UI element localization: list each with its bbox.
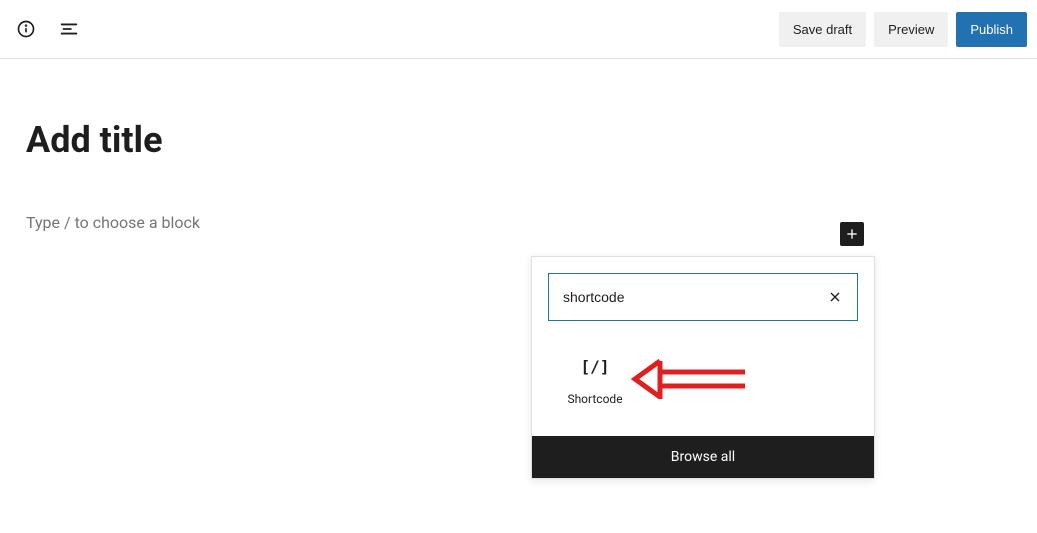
editor-header: Save draft Preview Publish — [0, 0, 1037, 59]
clear-search-button[interactable] — [823, 285, 847, 309]
header-right: Save draft Preview Publish — [779, 12, 1027, 47]
annotation-arrow-icon — [630, 359, 750, 399]
shortcode-icon: [/] — [581, 357, 610, 376]
paragraph-block-placeholder[interactable]: Type / to choose a block — [26, 213, 200, 232]
post-title-input[interactable]: Add title — [26, 119, 1037, 161]
editor-canvas: Add title Type / to choose a block — [0, 59, 1037, 232]
info-icon[interactable] — [12, 15, 40, 43]
document-outline-icon[interactable] — [54, 14, 84, 44]
plus-icon — [844, 226, 860, 242]
add-block-button[interactable] — [840, 222, 864, 246]
block-inserter-popover: [/] Shortcode Browse all — [531, 256, 875, 479]
browse-all-button[interactable]: Browse all — [532, 436, 874, 478]
inserter-search — [548, 273, 858, 321]
publish-button[interactable]: Publish — [956, 12, 1027, 47]
preview-button[interactable]: Preview — [874, 12, 948, 47]
header-left — [10, 14, 84, 44]
close-icon — [827, 289, 843, 305]
block-item-label: Shortcode — [567, 392, 622, 406]
inserter-results: [/] Shortcode — [532, 337, 874, 436]
block-search-input[interactable] — [563, 289, 823, 305]
save-draft-button[interactable]: Save draft — [779, 12, 866, 47]
inserter-search-wrap — [532, 257, 874, 337]
shortcode-block-item[interactable]: [/] Shortcode — [548, 357, 638, 406]
